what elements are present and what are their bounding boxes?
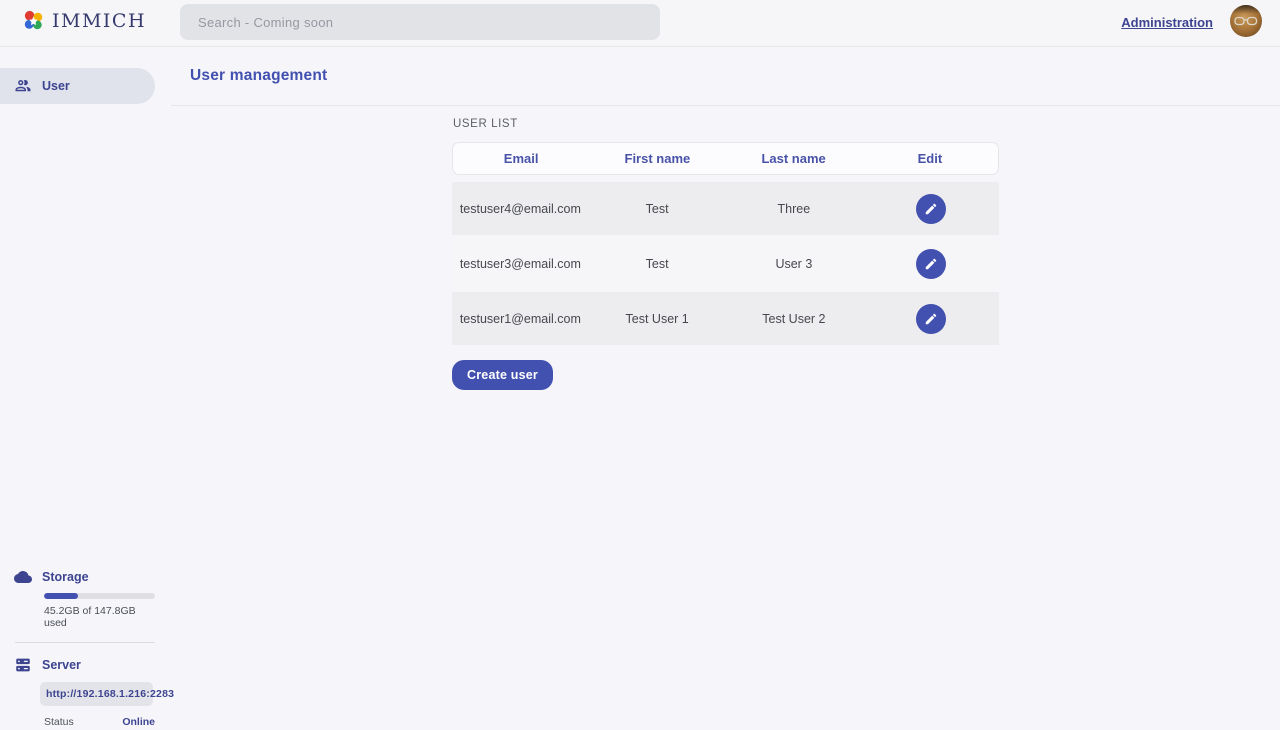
pencil-icon xyxy=(924,312,938,326)
status-label: Status xyxy=(44,716,74,728)
user-management-content: USER LIST Email First name Last name Edi… xyxy=(452,106,999,390)
server-icon xyxy=(14,656,32,674)
page-header: User management xyxy=(171,47,1280,106)
cell-first-name: Test xyxy=(589,202,726,216)
column-header-first-name: First name xyxy=(589,151,725,166)
cell-email: testuser4@email.com xyxy=(452,202,589,216)
cell-last-name: User 3 xyxy=(726,257,863,271)
column-header-edit: Edit xyxy=(862,151,998,166)
create-user-button[interactable]: Create user xyxy=(452,360,553,390)
storage-progress-fill xyxy=(44,593,78,599)
user-list-label: USER LIST xyxy=(453,118,999,130)
cell-last-name: Test User 2 xyxy=(726,312,863,326)
server-widget-header: Server xyxy=(0,656,171,674)
column-header-last-name: Last name xyxy=(726,151,862,166)
users-icon xyxy=(14,77,32,95)
server-widget: Server http://192.168.1.216:2283 Status … xyxy=(0,656,171,730)
edit-user-button[interactable] xyxy=(916,304,946,334)
administration-link[interactable]: Administration xyxy=(1121,15,1213,30)
sidebar-divider xyxy=(15,642,155,643)
cloud-icon xyxy=(14,568,32,586)
cell-email: testuser1@email.com xyxy=(452,312,589,326)
avatar-photo-shading xyxy=(1230,5,1262,14)
immich-logo[interactable]: IMMICH xyxy=(22,9,146,32)
status-value: Online xyxy=(122,716,155,728)
avatar-glasses-detail xyxy=(1234,16,1258,26)
edit-user-button[interactable] xyxy=(916,194,946,224)
user-table-header: Email First name Last name Edit xyxy=(452,142,999,175)
storage-title: Storage xyxy=(42,570,89,584)
storage-progress-bar xyxy=(44,593,155,599)
app-bar: IMMICH Administration xyxy=(0,0,1280,47)
cell-first-name: Test User 1 xyxy=(589,312,726,326)
cell-email: testuser3@email.com xyxy=(452,257,589,271)
sidebar-status-widgets: Storage 45.2GB of 147.8GB used xyxy=(0,568,171,730)
sidebar: User Storage 45.2GB of 147.8GB used xyxy=(0,47,171,730)
cell-first-name: Test xyxy=(589,257,726,271)
user-table-body: testuser4@email.com Test Three testuser3… xyxy=(452,182,999,345)
immich-flower-icon xyxy=(22,9,45,32)
table-row: testuser1@email.com Test User 1 Test Use… xyxy=(452,292,999,345)
server-status-row: Status Online xyxy=(44,716,155,728)
page-title: User management xyxy=(190,67,327,85)
edit-user-button[interactable] xyxy=(916,249,946,279)
pencil-icon xyxy=(924,257,938,271)
column-header-email: Email xyxy=(453,151,589,166)
user-avatar[interactable] xyxy=(1230,5,1262,37)
sidebar-item-user[interactable]: User xyxy=(0,68,155,104)
sidebar-item-label: User xyxy=(42,79,70,93)
main-panel: User management USER LIST Email First na… xyxy=(171,47,1280,730)
search-input[interactable] xyxy=(180,4,660,40)
storage-widget-header: Storage xyxy=(0,568,171,586)
table-row: testuser3@email.com Test User 3 xyxy=(452,237,999,290)
server-title: Server xyxy=(42,658,81,672)
storage-usage-text: 45.2GB of 147.8GB used xyxy=(44,605,155,629)
server-url-badge: http://192.168.1.216:2283 xyxy=(40,682,153,706)
app-wordmark: IMMICH xyxy=(52,10,146,32)
cell-last-name: Three xyxy=(726,202,863,216)
table-row: testuser4@email.com Test Three xyxy=(452,182,999,235)
pencil-icon xyxy=(924,202,938,216)
